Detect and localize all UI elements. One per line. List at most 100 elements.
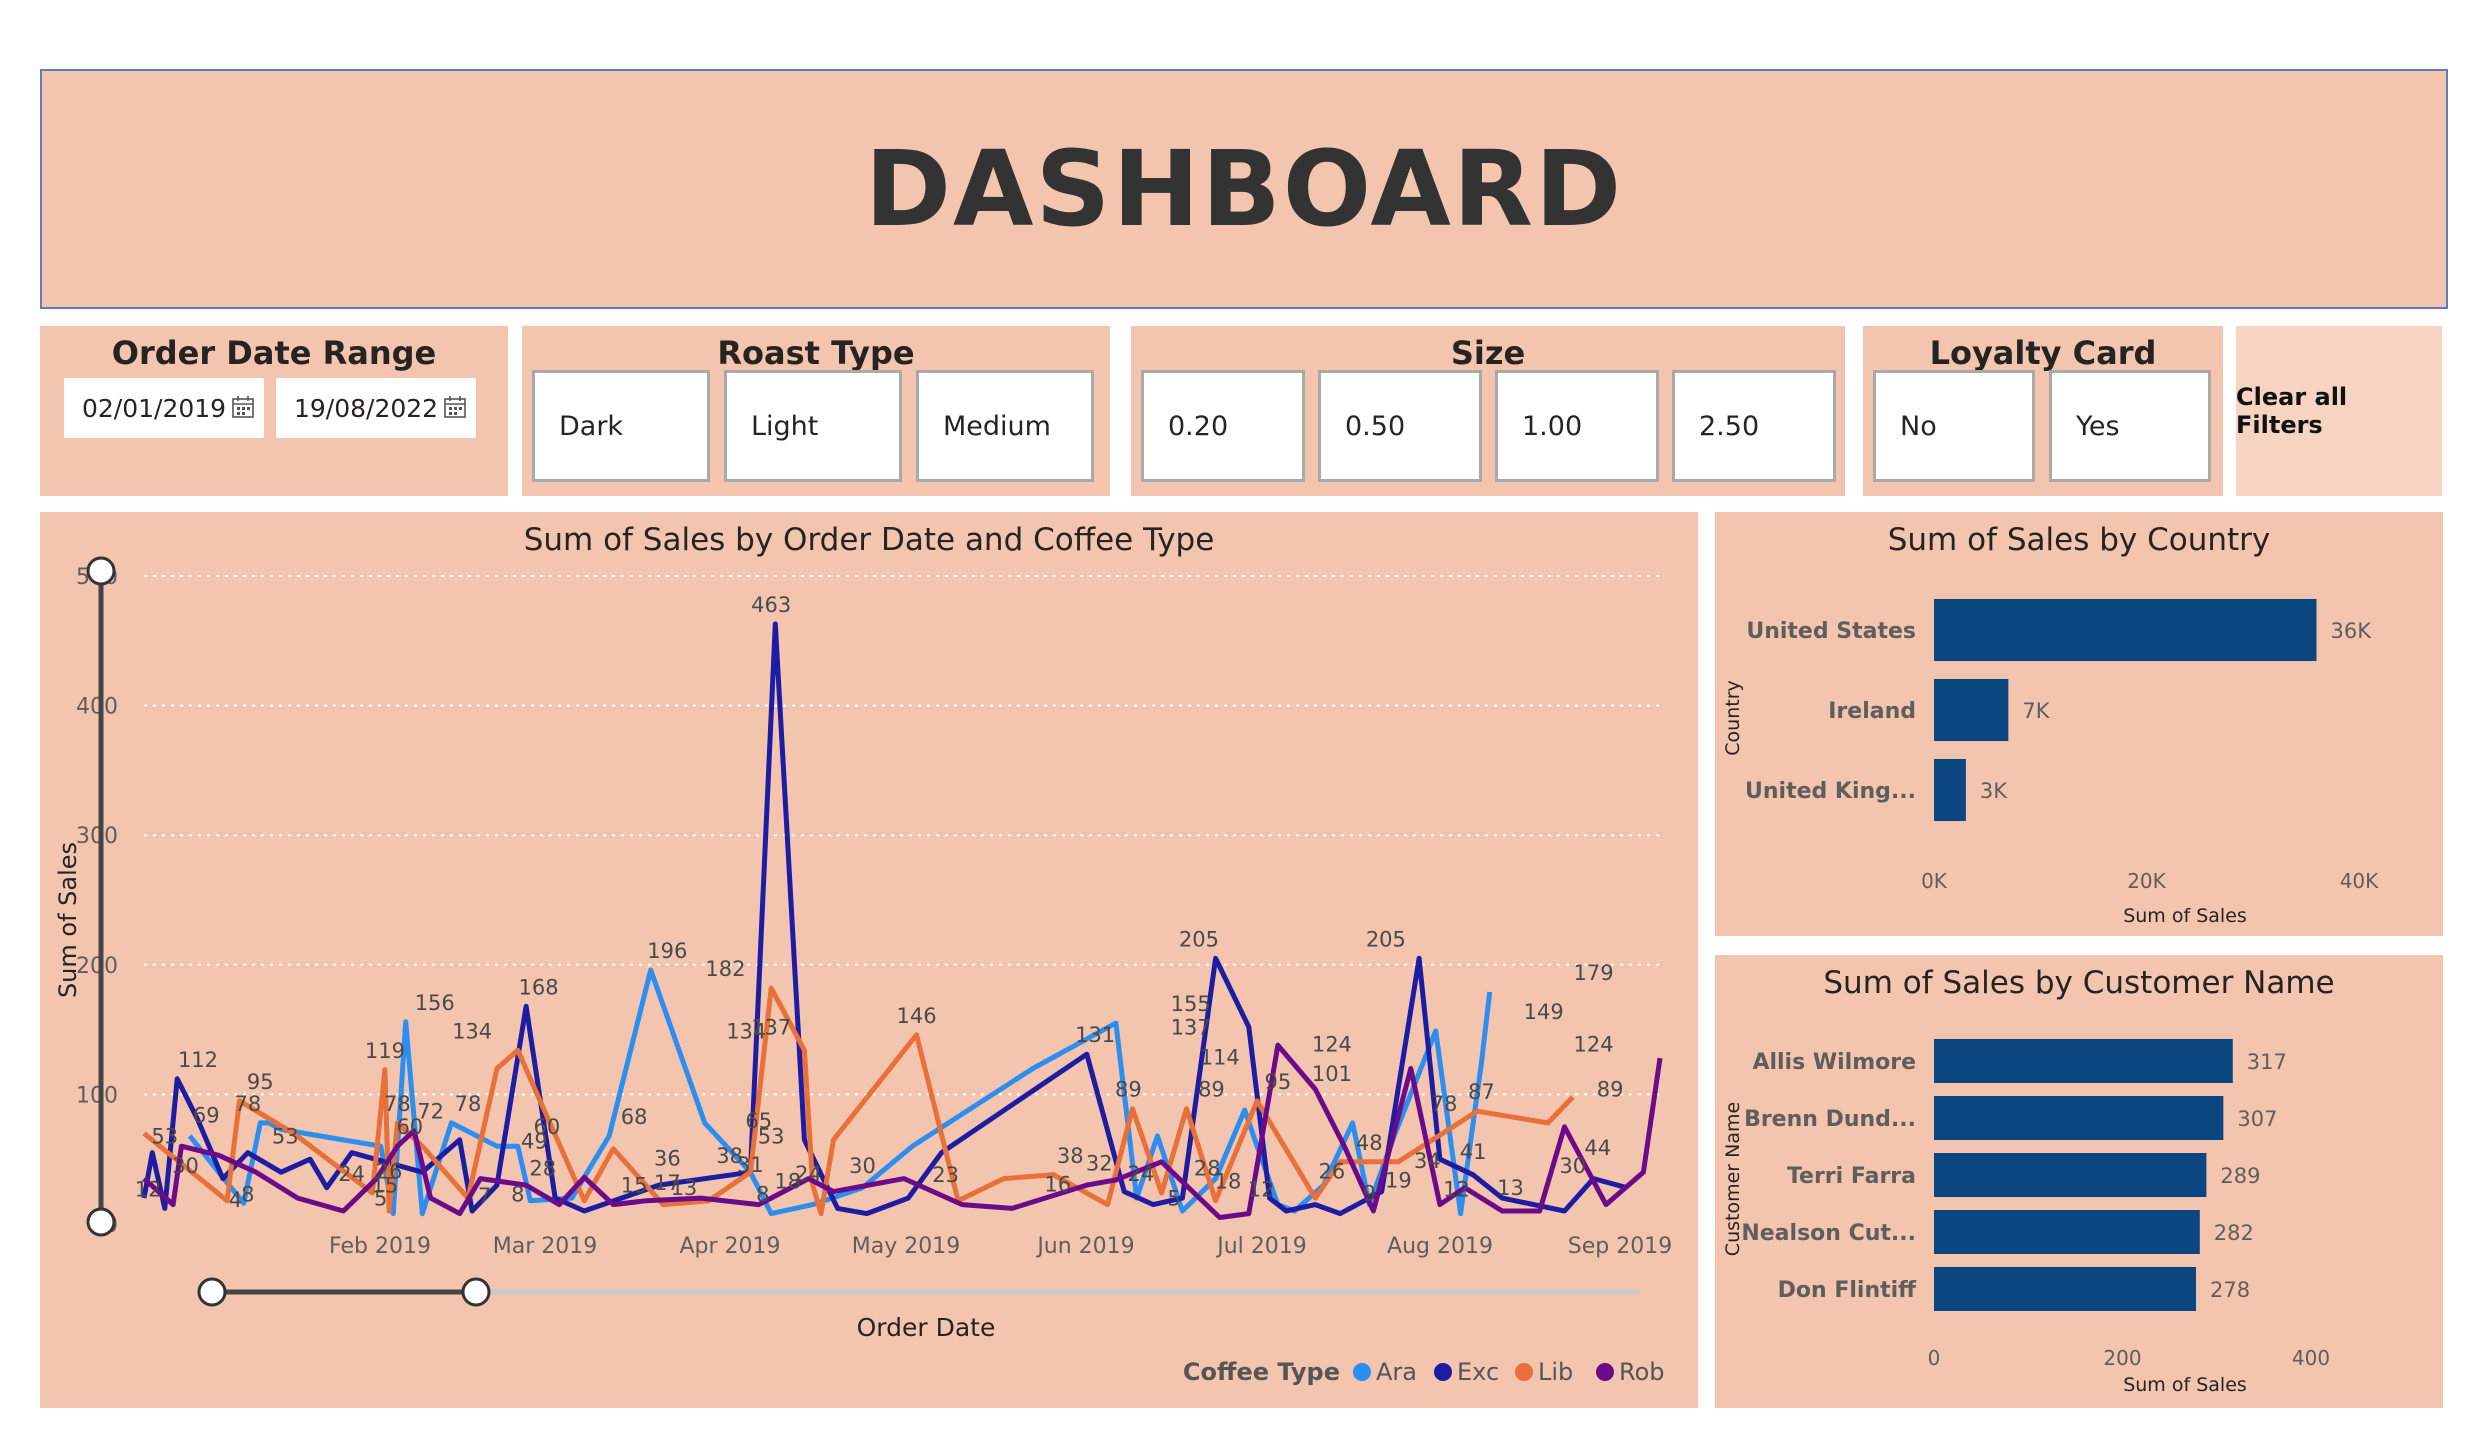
data-label: 41 [1460,1140,1487,1164]
data-label: 68 [621,1105,648,1129]
loyalty-card-slicer: Loyalty Card No Yes [1863,326,2223,496]
bar[interactable] [1934,1267,2197,1311]
country-y-axis-title: Country [1722,680,1744,755]
data-label: 134 [452,1019,492,1043]
data-label: 30 [1559,1154,1586,1178]
x-zoom-handle-right[interactable] [461,1277,491,1307]
bar[interactable] [1934,599,2317,661]
legend-marker-ara[interactable] [1353,1363,1371,1381]
data-label: 168 [519,975,559,999]
data-label: 30 [849,1154,876,1178]
roast-option-dark[interactable]: Dark [532,370,710,482]
x-tick-label: 20K [2127,869,2166,893]
y-zoom-handle-bottom[interactable] [86,1207,116,1237]
loyalty-option-no[interactable]: No [1873,370,2035,482]
category-label: Terri Farra [1787,1164,1916,1189]
data-label: 53 [758,1124,785,1148]
data-label: 69 [193,1104,220,1128]
legend-item-exc[interactable]: Exc [1457,1358,1499,1386]
legend-marker-exc[interactable] [1434,1363,1452,1381]
size-slicer-title: Size [1450,334,1526,372]
legend-item-rob[interactable]: Rob [1619,1358,1665,1386]
data-label: 30 [172,1154,199,1178]
bar[interactable] [1934,1039,2233,1083]
data-label: 156 [415,991,455,1015]
size-option-0-20[interactable]: 0.20 [1141,370,1305,482]
category-label: Don Flintiff [1778,1278,1918,1303]
x-zoom-handle-left[interactable] [197,1277,227,1307]
roast-option-medium[interactable]: Medium [916,370,1094,482]
roast-option-light[interactable]: Light [724,370,902,482]
data-label: 9 [1363,1181,1376,1205]
data-label: 78 [234,1092,261,1116]
data-label: 95 [247,1070,274,1094]
data-label: 196 [647,939,687,963]
bar[interactable] [1934,679,2009,741]
data-label: 12 [1443,1177,1470,1201]
calendar-icon[interactable] [232,396,254,418]
order-date-slicer: Order Date Range 02/01/2019 19/08/2022 [40,326,508,496]
data-label: 24 [795,1162,822,1186]
bar[interactable] [1934,1153,2207,1197]
data-label: 131 [1075,1023,1115,1047]
line-chart-legend: Coffee Type Ara Exc Lib Rob [1183,1358,1665,1386]
data-label: 278 [2210,1278,2250,1302]
data-label: 182 [705,957,745,981]
size-option-0-50[interactable]: 0.50 [1318,370,1482,482]
category-label: Ireland [1828,699,1916,724]
data-label: 317 [2247,1050,2287,1074]
category-label: United States [1746,619,1916,644]
x-tick-label: 40K [2340,869,2379,893]
data-label: 8 [241,1183,254,1207]
x-tick-label: 0 [1928,1346,1941,1370]
data-label: 5 [374,1187,387,1211]
size-option-2-50[interactable]: 2.50 [1672,370,1836,482]
x-tick-label: 400 [2292,1346,2330,1370]
loyalty-option-yes[interactable]: Yes [2049,370,2211,482]
data-label: 26 [1319,1159,1346,1183]
y-tick-label: 400 [76,695,118,720]
data-label: 18 [1215,1170,1242,1194]
y-tick-label: 200 [76,954,118,979]
x-tick-label: 200 [2103,1346,2141,1370]
x-tick-label: Apr 2019 [679,1234,780,1259]
data-label: 112 [178,1048,218,1072]
legend-marker-rob[interactable] [1596,1363,1614,1381]
dashboard-title: DASHBOARD [864,128,1624,250]
data-label: 114 [1200,1045,1240,1069]
calendar-icon[interactable] [444,396,466,418]
data-label: 23 [932,1163,959,1187]
bar[interactable] [1934,1096,2224,1140]
data-label: 78 [1431,1092,1458,1116]
category-label: Brenn Dund... [1744,1107,1916,1132]
data-label: 78 [455,1092,482,1116]
roast-type-slicer-title: Roast Type [717,334,915,372]
legend-marker-lib[interactable] [1515,1363,1533,1381]
data-label: 89 [1597,1078,1624,1102]
clear-all-filters-button[interactable]: Clear all Filters [2236,326,2442,496]
data-label: 49 [521,1129,548,1153]
customer-chart-panel: Sum of Sales by Customer Name Customer N… [1715,955,2443,1408]
data-label: 72 [417,1100,444,1124]
data-label: 137 [751,1015,791,1039]
bar[interactable] [1934,1210,2200,1254]
series-line-exc[interactable] [141,621,1628,1217]
legend-item-ara[interactable]: Ara [1376,1358,1417,1386]
customer-chart-svg: Customer Name Sum of Sales Allis Wilmore… [1722,1039,2330,1396]
data-label: 12 [135,1177,162,1201]
data-label: 53 [272,1124,299,1148]
data-label: 307 [2237,1107,2277,1131]
y-zoom-handle-top[interactable] [86,556,116,586]
bar[interactable] [1934,759,1966,821]
data-label: 32 [1086,1152,1113,1176]
data-label: 89 [1198,1078,1225,1102]
legend-item-lib[interactable]: Lib [1538,1358,1573,1386]
x-tick-label: Sep 2019 [1568,1234,1672,1259]
start-date-input[interactable]: 02/01/2019 [64,378,264,438]
size-option-1-00[interactable]: 1.00 [1495,370,1659,482]
category-label: Nealson Cut... [1741,1221,1916,1246]
line-chart-svg: 0100200300400500 Feb 2019Mar 2019Apr 201… [54,556,1672,1386]
end-date-input[interactable]: 19/08/2022 [276,378,476,438]
data-label: 53 [151,1124,178,1148]
x-tick-label: Feb 2019 [329,1234,431,1259]
